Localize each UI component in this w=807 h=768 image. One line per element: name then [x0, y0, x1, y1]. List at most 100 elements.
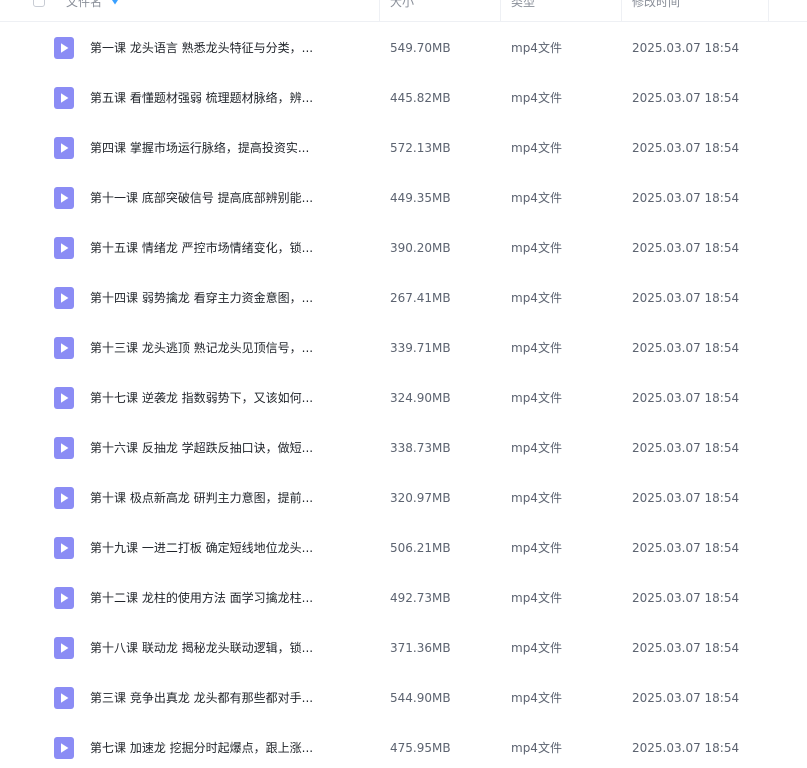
- video-file-play-icon: [54, 187, 74, 209]
- table-row[interactable]: 第十课 极点新高龙 研判主力意图，提前... 320.97MB mp4文件 2025.…: [0, 473, 807, 523]
- file-size: 449.35MB: [390, 191, 451, 205]
- file-name[interactable]: 第十课 极点新高龙 研判主力意图，提前...: [90, 473, 322, 523]
- file-size: 445.82MB: [390, 91, 451, 105]
- file-size: 267.41MB: [390, 291, 451, 305]
- video-file-play-icon: [54, 437, 74, 459]
- file-type: mp4文件: [511, 541, 562, 555]
- column-header-size[interactable]: 大小: [390, 0, 414, 22]
- file-type: mp4文件: [511, 391, 562, 405]
- file-modified-time: 2025.03.07 18:54: [632, 641, 740, 655]
- video-file-play-icon: [54, 37, 74, 59]
- file-type: mp4文件: [511, 191, 562, 205]
- file-rows: 第一课 龙头语言 熟悉龙头特征与分类，... 549.70MB mp4文件 2025.…: [0, 23, 807, 768]
- file-modified-time: 2025.03.07 18:54: [632, 741, 740, 755]
- column-divider[interactable]: [379, 0, 380, 22]
- file-name[interactable]: 第十七课 逆袭龙 指数弱势下，又该如何...: [90, 373, 322, 423]
- file-name[interactable]: 第十九课 一进二打板 确定短线地位龙头...: [90, 523, 322, 573]
- video-file-play-icon: [54, 537, 74, 559]
- file-modified-time: 2025.03.07 18:54: [632, 341, 740, 355]
- table-row[interactable]: 第一课 龙头语言 熟悉龙头特征与分类，... 549.70MB mp4文件 2025.…: [0, 23, 807, 73]
- file-size: 549.70MB: [390, 41, 451, 55]
- file-type: mp4文件: [511, 241, 562, 255]
- file-size: 371.36MB: [390, 641, 451, 655]
- file-size: 324.90MB: [390, 391, 451, 405]
- video-file-play-icon: [54, 137, 74, 159]
- file-size: 475.95MB: [390, 741, 451, 755]
- file-name[interactable]: 第十二课 龙柱的使用方法 面学习擒龙柱...: [90, 573, 322, 623]
- file-name[interactable]: 第十一课 底部突破信号 提高底部辨别能...: [90, 173, 322, 223]
- file-name[interactable]: 第十六课 反抽龙 学超跌反抽口诀，做短...: [90, 423, 322, 473]
- file-type: mp4文件: [511, 441, 562, 455]
- file-type: mp4文件: [511, 591, 562, 605]
- file-name[interactable]: 第十三课 龙头逃顶 熟记龙头见顶信号，...: [90, 323, 322, 373]
- file-name[interactable]: 第十八课 联动龙 揭秘龙头联动逻辑，锁...: [90, 623, 322, 673]
- file-modified-time: 2025.03.07 18:54: [632, 591, 740, 605]
- table-row[interactable]: 第七课 加速龙 挖掘分时起爆点，跟上涨... 475.95MB mp4文件 2025.…: [0, 723, 807, 768]
- column-header-modified[interactable]: 修改时间: [632, 0, 680, 22]
- column-header-name[interactable]: 文件名: [66, 0, 102, 22]
- video-file-play-icon: [54, 737, 74, 759]
- table-row[interactable]: 第三课 竞争出真龙 龙头都有那些都对手... 544.90MB mp4文件 2025.…: [0, 673, 807, 723]
- video-file-play-icon: [54, 337, 74, 359]
- column-divider[interactable]: [621, 0, 622, 22]
- table-row[interactable]: 第十三课 龙头逃顶 熟记龙头见顶信号，... 339.71MB mp4文件 2025.…: [0, 323, 807, 373]
- file-type: mp4文件: [511, 341, 562, 355]
- file-size: 572.13MB: [390, 141, 451, 155]
- file-modified-time: 2025.03.07 18:54: [632, 191, 740, 205]
- file-type: mp4文件: [511, 141, 562, 155]
- video-file-play-icon: [54, 687, 74, 709]
- file-size: 390.20MB: [390, 241, 451, 255]
- file-modified-time: 2025.03.07 18:54: [632, 541, 740, 555]
- file-type: mp4文件: [511, 91, 562, 105]
- video-file-play-icon: [54, 587, 74, 609]
- column-header-type[interactable]: 类型: [511, 0, 535, 22]
- video-file-play-icon: [54, 637, 74, 659]
- video-file-play-icon: [54, 87, 74, 109]
- column-divider[interactable]: [500, 0, 501, 22]
- file-type: mp4文件: [511, 491, 562, 505]
- table-row[interactable]: 第十七课 逆袭龙 指数弱势下，又该如何... 324.90MB mp4文件 2025.…: [0, 373, 807, 423]
- table-row[interactable]: 第十八课 联动龙 揭秘龙头联动逻辑，锁... 371.36MB mp4文件 2025.…: [0, 623, 807, 673]
- file-type: mp4文件: [511, 741, 562, 755]
- table-row[interactable]: 第十九课 一进二打板 确定短线地位龙头... 506.21MB mp4文件 2025.…: [0, 523, 807, 573]
- video-file-play-icon: [54, 287, 74, 309]
- file-name[interactable]: 第七课 加速龙 挖掘分时起爆点，跟上涨...: [90, 723, 322, 768]
- video-file-play-icon: [54, 387, 74, 409]
- file-size: 338.73MB: [390, 441, 451, 455]
- file-name[interactable]: 第一课 龙头语言 熟悉龙头特征与分类，...: [90, 23, 322, 73]
- file-list-table: 文件名 大小 类型 修改时间 第一课 龙头语言 熟悉龙头特征与分类，... 549…: [0, 0, 807, 768]
- table-row[interactable]: 第十五课 情绪龙 严控市场情绪变化，锁... 390.20MB mp4文件 2025.…: [0, 223, 807, 273]
- column-divider[interactable]: [768, 0, 769, 22]
- table-row[interactable]: 第十一课 底部突破信号 提高底部辨别能... 449.35MB mp4文件 2025.…: [0, 173, 807, 223]
- file-modified-time: 2025.03.07 18:54: [632, 391, 740, 405]
- video-file-play-icon: [54, 487, 74, 509]
- file-size: 492.73MB: [390, 591, 451, 605]
- file-modified-time: 2025.03.07 18:54: [632, 291, 740, 305]
- file-type: mp4文件: [511, 41, 562, 55]
- file-name[interactable]: 第五课 看懂题材强弱 梳理题材脉络，辨...: [90, 73, 322, 123]
- file-size: 544.90MB: [390, 691, 451, 705]
- sort-descending-icon[interactable]: [111, 0, 119, 6]
- file-modified-time: 2025.03.07 18:54: [632, 41, 740, 55]
- file-size: 320.97MB: [390, 491, 451, 505]
- file-modified-time: 2025.03.07 18:54: [632, 441, 740, 455]
- table-row[interactable]: 第十四课 弱势擒龙 看穿主力资金意图，... 267.41MB mp4文件 2025.…: [0, 273, 807, 323]
- table-row[interactable]: 第四课 掌握市场运行脉络，提高投资实... 572.13MB mp4文件 2025.0…: [0, 123, 807, 173]
- file-size: 339.71MB: [390, 341, 451, 355]
- table-row[interactable]: 第五课 看懂题材强弱 梳理题材脉络，辨... 445.82MB mp4文件 2025.…: [0, 73, 807, 123]
- file-type: mp4文件: [511, 691, 562, 705]
- table-row[interactable]: 第十六课 反抽龙 学超跌反抽口诀，做短... 338.73MB mp4文件 2025.…: [0, 423, 807, 473]
- file-type: mp4文件: [511, 291, 562, 305]
- video-file-play-icon: [54, 237, 74, 259]
- file-modified-time: 2025.03.07 18:54: [632, 141, 740, 155]
- file-name[interactable]: 第三课 竞争出真龙 龙头都有那些都对手...: [90, 673, 322, 723]
- file-name[interactable]: 第十四课 弱势擒龙 看穿主力资金意图，...: [90, 273, 322, 323]
- file-modified-time: 2025.03.07 18:54: [632, 691, 740, 705]
- select-all-checkbox[interactable]: [33, 0, 45, 7]
- table-header: 文件名 大小 类型 修改时间: [0, 0, 807, 22]
- file-name[interactable]: 第四课 掌握市场运行脉络，提高投资实...: [90, 123, 322, 173]
- file-modified-time: 2025.03.07 18:54: [632, 491, 740, 505]
- table-row[interactable]: 第十二课 龙柱的使用方法 面学习擒龙柱... 492.73MB mp4文件 2025.…: [0, 573, 807, 623]
- file-type: mp4文件: [511, 641, 562, 655]
- file-name[interactable]: 第十五课 情绪龙 严控市场情绪变化，锁...: [90, 223, 322, 273]
